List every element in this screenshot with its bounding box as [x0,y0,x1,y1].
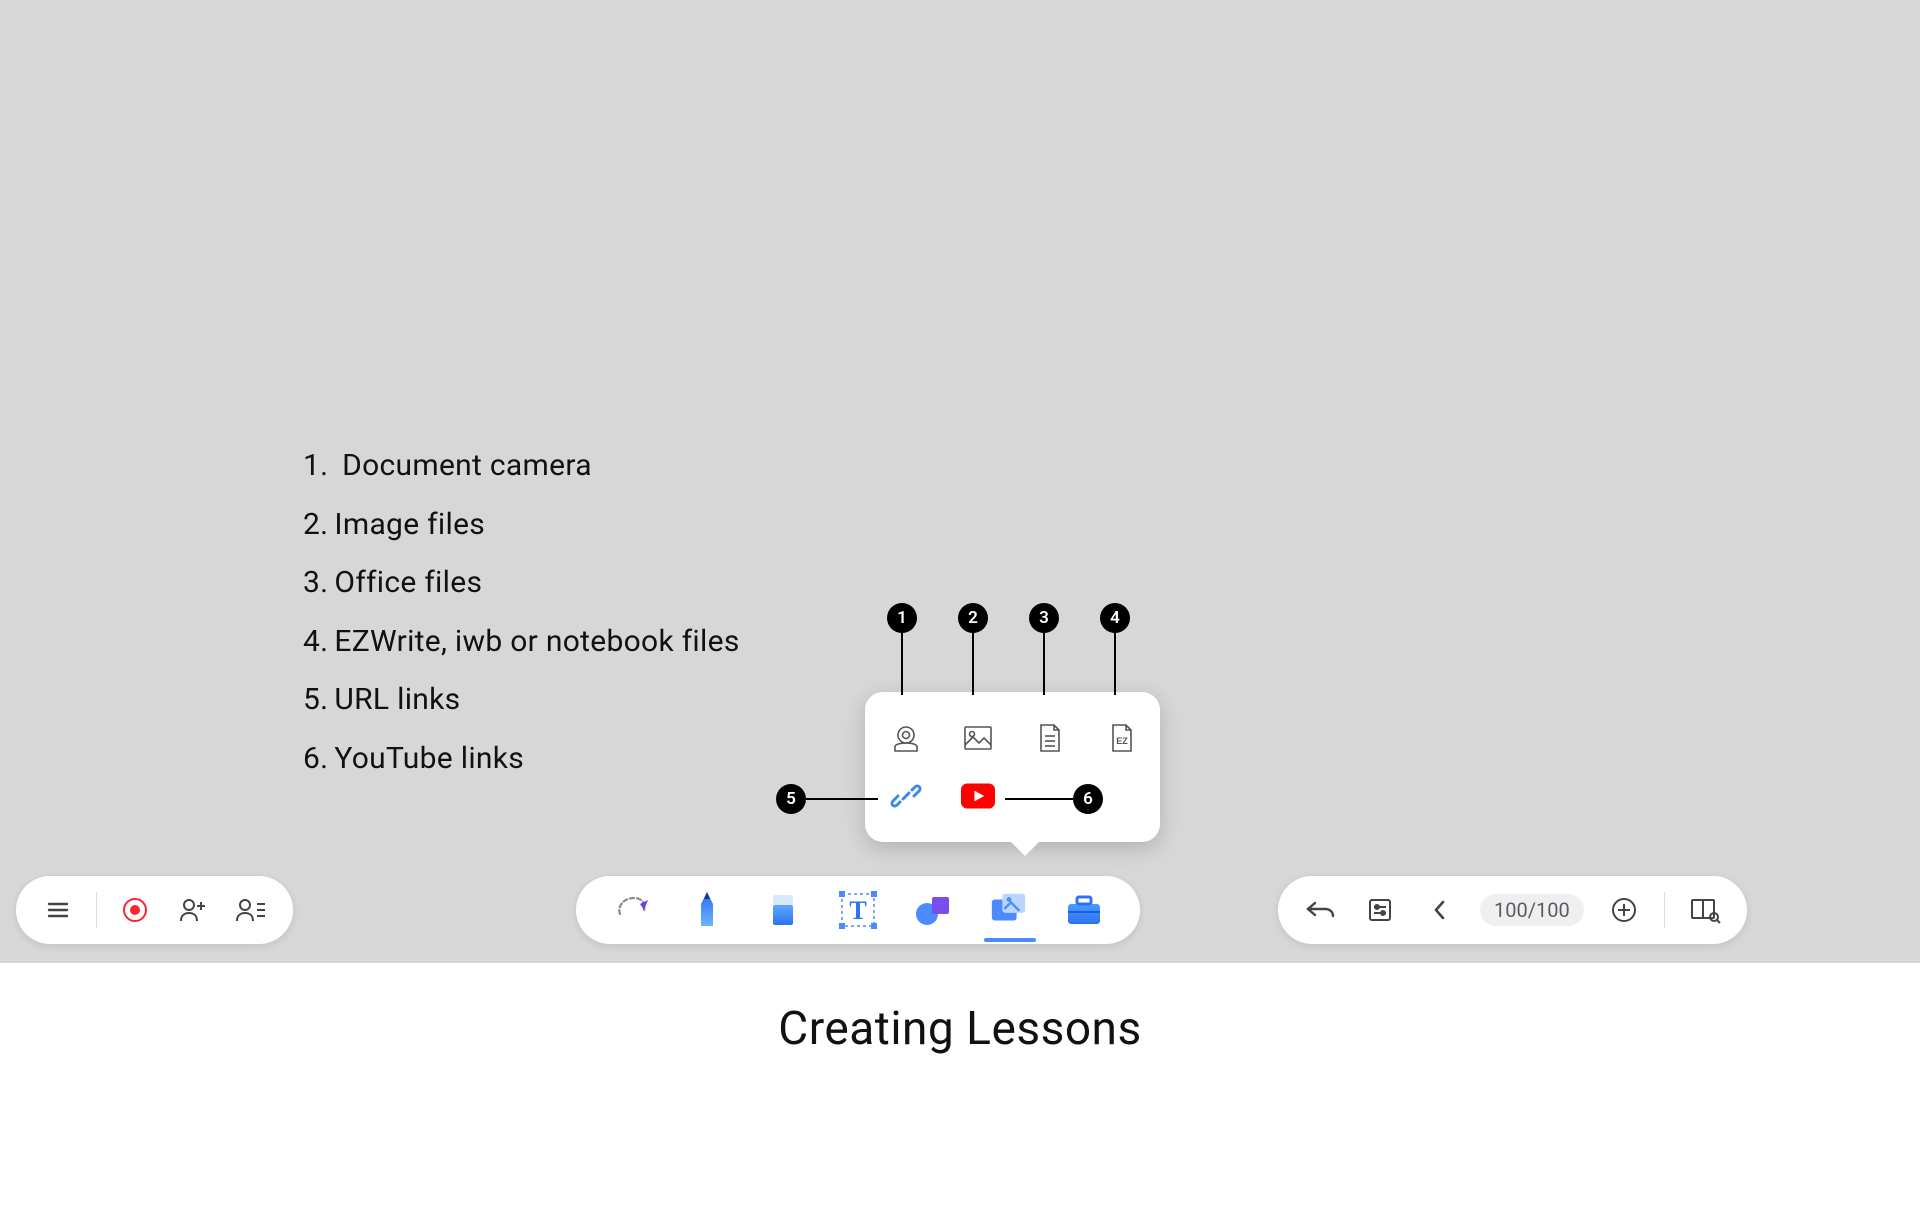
document-camera-button[interactable] [889,721,923,755]
page-overview-button[interactable] [1685,890,1725,930]
media-tool[interactable] [989,890,1029,930]
callout-badge-6: 6 [1073,784,1103,814]
hamburger-icon [44,896,72,924]
shapes-tool[interactable] [913,890,953,930]
import-popup: EZ [865,692,1160,842]
youtube-link-button[interactable] [961,779,995,813]
url-link-button[interactable] [889,779,923,813]
sliders-icon [1366,896,1394,924]
image-icon [961,721,995,755]
svg-text:T: T [849,896,866,925]
callout-line [901,633,903,695]
ezwrite-files-button[interactable]: EZ [1105,721,1139,755]
eraser-tool[interactable] [763,890,803,930]
eraser-icon [768,891,798,929]
toolbox-tool[interactable] [1064,890,1104,930]
legend-item-4: 4.EZWrite, iwb or notebook files [303,613,740,672]
user-plus-icon [178,896,208,924]
shapes-icon [913,890,953,930]
callout-badge-2: 2 [958,603,988,633]
lasso-icon [614,892,650,928]
divider [1664,892,1665,928]
record-icon [121,896,149,924]
left-toolbar [16,876,293,944]
callout-badge-4: 4 [1100,603,1130,633]
user-list-icon [235,896,267,924]
caption: Creating Lessons [0,1002,1920,1056]
svg-text:EZ: EZ [1116,736,1128,746]
callout-badge-3: 3 [1029,603,1059,633]
text-tool[interactable]: T [838,890,878,930]
legend-item-3: 3.Office files [303,554,740,613]
page-indicator[interactable]: 100/100 [1480,894,1584,926]
media-icon [989,889,1029,931]
toolbox-icon [1064,892,1104,928]
right-toolbar: 100/100 [1278,876,1747,944]
callout-line [972,633,974,695]
layout-search-icon [1689,896,1721,924]
legend-item-2: 2.Image files [303,496,740,555]
youtube-icon [961,782,995,810]
image-files-button[interactable] [961,721,995,755]
callout-line [1005,798,1073,800]
text-icon: T [838,890,878,930]
center-toolbar: T [576,876,1140,944]
record-button[interactable] [115,890,155,930]
add-user-button[interactable] [173,890,213,930]
plus-circle-icon [1610,896,1638,924]
prev-page-button[interactable] [1420,890,1460,930]
callout-line [806,798,878,800]
undo-button[interactable] [1300,890,1340,930]
legend-item-6: 6.YouTube links [303,730,740,789]
user-list-button[interactable] [231,890,271,930]
camera-icon [889,721,923,755]
lasso-tool[interactable] [612,890,652,930]
callout-line [1114,633,1116,695]
add-page-button[interactable] [1604,890,1644,930]
ez-file-icon: EZ [1105,721,1139,755]
chevron-left-icon [1430,896,1450,924]
legend-item-5: 5.URL links [303,671,740,730]
settings-button[interactable] [1360,890,1400,930]
pen-icon [693,890,721,930]
divider [96,892,97,928]
menu-button[interactable] [38,890,78,930]
legend-list: 1. Document camera 2.Image files 3.Offic… [303,437,740,788]
legend-item-1: 1. Document camera [303,437,740,496]
undo-icon [1305,897,1335,923]
callout-badge-1: 1 [887,603,917,633]
callout-line [1043,633,1045,695]
callout-badge-5: 5 [776,784,806,814]
document-icon [1033,721,1067,755]
link-icon [889,779,923,813]
pen-tool[interactable] [687,890,727,930]
office-files-button[interactable] [1033,721,1067,755]
